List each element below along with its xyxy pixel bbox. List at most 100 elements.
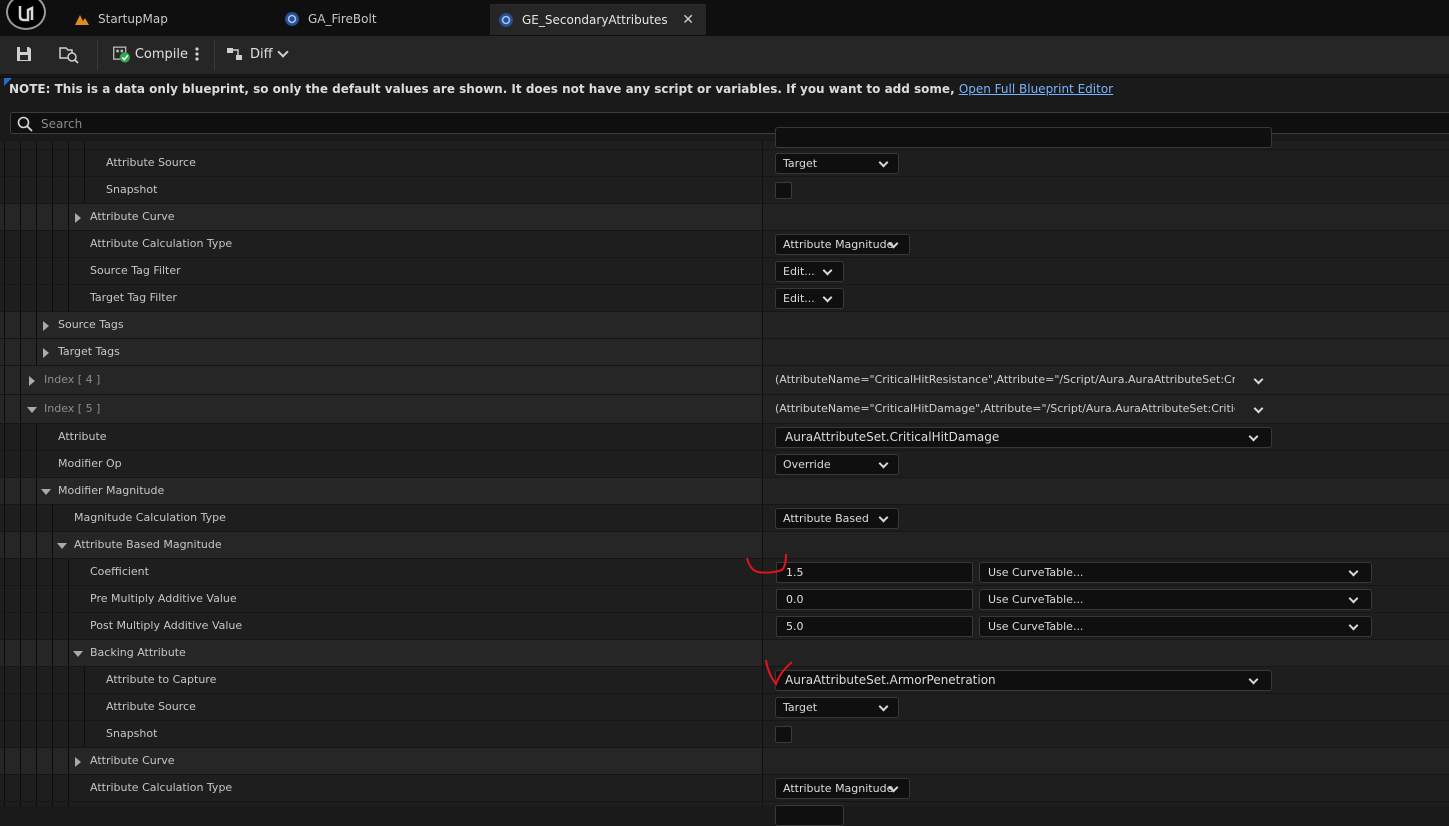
close-icon[interactable]: ✕	[682, 12, 694, 28]
property-label: Source Tag Filter	[90, 264, 181, 277]
chevron-down-icon	[1348, 593, 1359, 604]
tab-label: GA_FireBolt	[308, 12, 377, 26]
chevron-down-icon	[822, 265, 833, 276]
toolbar-divider	[214, 40, 215, 70]
expand-arrow-icon[interactable]	[43, 321, 49, 331]
property-row: Attribute Source Target	[0, 693, 1449, 720]
magnitude-calculation-type-combo[interactable]: Attribute Based	[775, 508, 899, 529]
property-row: Target Tag Filter Edit...	[0, 284, 1449, 311]
array-index-label: Index [ 5 ]	[44, 402, 101, 415]
collapse-arrow-icon[interactable]	[57, 543, 67, 549]
attribute-source-combo[interactable]: Target	[775, 153, 899, 174]
tab-ge-secondaryattributes[interactable]: GE_SecondaryAttributes ✕	[490, 4, 706, 35]
property-row: Post Multiply Additive Value 5.0 Use Cur…	[0, 612, 1449, 639]
property-label: Attribute Curve	[90, 754, 175, 767]
attribute-combo[interactable]: AuraAttributeSet.CriticalHitDamage	[775, 427, 1272, 448]
edit-button-partial[interactable]	[775, 805, 844, 826]
compile-options-button[interactable]	[194, 36, 206, 72]
property-label: Attribute Based Magnitude	[74, 538, 222, 551]
source-tag-filter-edit-button[interactable]: Edit...	[775, 261, 844, 282]
coefficient-curvetable-combo[interactable]: Use CurveTable...	[979, 562, 1372, 583]
target-tag-filter-edit-button[interactable]: Edit...	[775, 288, 844, 309]
open-full-blueprint-editor-link[interactable]: Open Full Blueprint Editor	[959, 82, 1113, 96]
attribute-combo-partial[interactable]	[775, 127, 1272, 148]
details-panel: Attribute Source Target Snapshot Attribu…	[0, 127, 1449, 826]
attribute-to-capture-combo[interactable]: AuraAttributeSet.ArmorPenetration	[775, 670, 1272, 691]
expand-arrow-icon[interactable]	[75, 757, 81, 767]
property-label: Attribute Calculation Type	[90, 237, 233, 250]
expand-arrow-icon[interactable]	[75, 213, 81, 223]
property-label: Attribute Source	[106, 700, 196, 713]
snapshot-checkbox[interactable]	[775, 182, 792, 199]
property-label: Pre Multiply Additive Value	[90, 592, 237, 605]
property-row: Magnitude Calculation Type Attribute Bas…	[0, 504, 1449, 531]
save-icon	[17, 47, 31, 61]
property-row: Pre Multiply Additive Value 0.0 Use Curv…	[0, 585, 1449, 612]
property-row: Snapshot	[0, 720, 1449, 747]
pre-multiply-curvetable-combo[interactable]: Use CurveTable...	[979, 589, 1372, 610]
property-row: Attribute Calculation Type Attribute Mag…	[0, 774, 1449, 801]
property-row: Coefficient 1.5 Use CurveTable...	[0, 558, 1449, 585]
modifier-op-combo[interactable]: Override	[775, 454, 899, 475]
property-row: Attribute Calculation Type Attribute Mag…	[0, 230, 1449, 257]
property-label: Attribute Calculation Type	[90, 781, 233, 794]
property-row-partial	[0, 127, 1449, 149]
post-multiply-curvetable-combo[interactable]: Use CurveTable...	[979, 616, 1372, 637]
post-multiply-input[interactable]: 5.0	[776, 616, 973, 637]
more-options-icon	[195, 47, 199, 61]
blueprint-icon	[498, 12, 514, 28]
property-row: Snapshot	[0, 176, 1449, 203]
collapse-arrow-icon[interactable]	[41, 489, 51, 495]
compile-label: Compile	[134, 46, 188, 62]
array-element-row: Index [ 4 ] (AttributeName="CriticalHitR…	[0, 365, 1449, 394]
data-only-note: NOTE: This is a data only blueprint, so …	[9, 82, 1113, 100]
attribute-source-combo[interactable]: Target	[775, 697, 899, 718]
expand-arrow-icon[interactable]	[43, 348, 49, 358]
property-row: Attribute Source Target	[0, 149, 1449, 176]
chevron-down-icon	[1248, 431, 1259, 442]
coefficient-input[interactable]: 1.5	[776, 562, 973, 583]
unreal-logo[interactable]	[6, 0, 46, 30]
collapse-arrow-icon[interactable]	[27, 407, 37, 413]
expand-arrow-icon[interactable]	[29, 376, 35, 386]
chevron-down-icon	[878, 157, 889, 168]
property-label: Attribute to Capture	[106, 673, 217, 686]
property-label: Attribute	[58, 430, 107, 443]
calculation-type-combo[interactable]: Attribute Magnitude	[775, 234, 910, 255]
compile-button[interactable]: Compile	[112, 36, 188, 72]
compile-icon	[113, 46, 130, 63]
snapshot-checkbox[interactable]	[775, 726, 792, 743]
property-label: Magnitude Calculation Type	[74, 511, 226, 524]
property-row: Modifier Op Override	[0, 450, 1449, 477]
property-label: Modifier Magnitude	[58, 484, 165, 497]
browse-button[interactable]	[58, 36, 84, 72]
property-label: Source Tags	[58, 318, 124, 331]
property-label: Attribute Curve	[90, 210, 175, 223]
pre-multiply-input[interactable]: 0.0	[776, 589, 973, 610]
array-index-label: Index [ 4 ]	[44, 373, 101, 386]
level-icon	[74, 11, 90, 27]
diff-icon	[227, 48, 242, 60]
property-row: Attribute AuraAttributeSet.CriticalHitDa…	[0, 423, 1449, 450]
property-label: Backing Attribute	[90, 646, 186, 659]
property-label: Attribute Source	[106, 156, 196, 169]
toolbar-divider	[97, 40, 98, 70]
save-button[interactable]	[14, 36, 40, 72]
calculation-type-combo[interactable]: Attribute Magnitude	[775, 778, 910, 799]
chevron-down-icon	[1348, 620, 1359, 631]
struct-value-text: (AttributeName="CriticalHitDamage",Attri…	[775, 402, 1235, 415]
panel-border	[0, 76, 1449, 78]
property-row: Target Tags	[0, 338, 1449, 365]
tab-startupmap[interactable]: StartupMap	[62, 4, 288, 34]
collapse-arrow-icon[interactable]	[73, 651, 83, 657]
chevron-down-icon	[878, 701, 889, 712]
property-row: Attribute Curve	[0, 203, 1449, 230]
tab-bar: StartupMap GA_FireBolt GE_SecondaryAttri…	[0, 0, 1449, 36]
diff-button[interactable]: Diff	[226, 36, 289, 72]
chevron-down-icon	[1348, 566, 1359, 577]
tab-ga-firebolt[interactable]: GA_FireBolt	[276, 4, 496, 34]
property-row-partial	[0, 801, 1449, 826]
toolbar: Compile Diff	[0, 36, 1449, 75]
tab-label: GE_SecondaryAttributes	[522, 13, 668, 27]
property-label: Target Tags	[58, 345, 120, 358]
